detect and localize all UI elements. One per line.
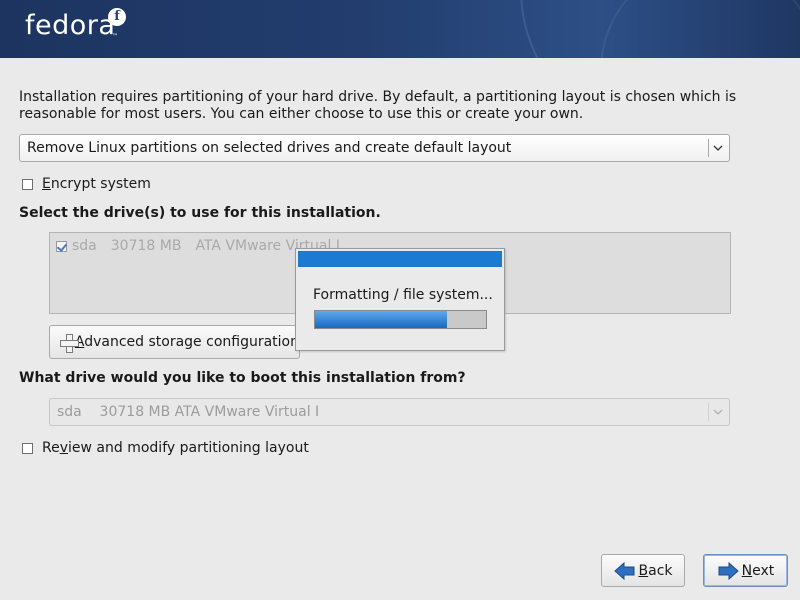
drive-checkbox[interactable] [56,240,67,252]
back-label: Back [638,562,673,579]
boot-drive-heading: What drive would you like to boot this i… [19,370,466,386]
combo-separator [708,139,709,157]
plus-icon [60,333,79,353]
chevron-down-icon [713,145,723,151]
progress-bar [314,310,487,329]
encrypt-system-label: Encrypt system [42,176,151,192]
drive-name: sda [72,238,97,254]
progress-message: Formatting / file system... [313,287,493,303]
next-label: Next [741,562,775,579]
intro-text: Installation requires partitioning of yo… [19,89,737,122]
boot-drive-select[interactable]: sda 30718 MB ATA VMware Virtual I [49,398,730,426]
checkbox-box[interactable] [22,178,33,190]
partition-layout-select[interactable]: Remove Linux partitions on selected driv… [19,134,730,162]
boot-drive-value: sda 30718 MB ATA VMware Virtual I [57,404,320,420]
header-banner: fedora f ™ [0,0,800,58]
banner-swirl-decoration [600,0,800,58]
fedora-infinity-icon: f [108,8,126,26]
trademark-mark: ™ [112,33,118,40]
fedora-logo: fedora [25,10,116,41]
arrow-right-icon [718,561,739,580]
back-button[interactable]: Back [601,554,685,587]
drive-size: 30718 MB [110,238,182,254]
advanced-storage-button[interactable]: Advanced storage configuration [49,325,300,359]
checkbox-box[interactable] [22,442,33,454]
drive-selection-heading: Select the drive(s) to use for this inst… [19,205,381,221]
partition-layout-value: Remove Linux partitions on selected driv… [27,140,512,156]
advanced-storage-label: Advanced storage configuration [74,334,299,350]
progress-dialog: Formatting / file system... [295,248,505,351]
arrow-left-icon [613,561,634,580]
progress-bar-fill [315,311,447,328]
progress-dialog-titlebar[interactable] [298,251,502,267]
combo-separator [708,403,709,421]
chevron-down-icon [713,409,723,415]
review-layout-checkbox[interactable]: Review and modify partitioning layout [22,440,309,456]
next-button[interactable]: Next [703,554,788,587]
review-layout-label: Review and modify partitioning layout [42,440,309,456]
encrypt-system-checkbox[interactable]: Encrypt system [22,176,151,192]
